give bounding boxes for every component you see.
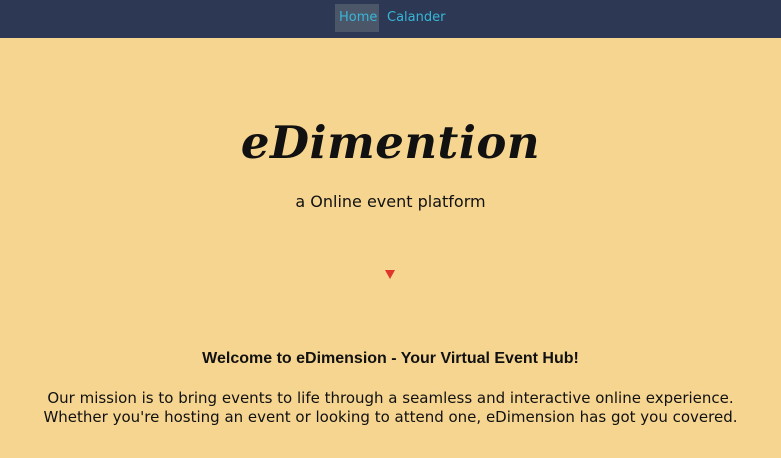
- brand-title: eDimention: [240, 116, 541, 170]
- welcome-heading: Welcome to eDimension - Your Virtual Eve…: [202, 350, 579, 368]
- mission-paragraph: Our mission is to bring events to life t…: [43, 389, 738, 426]
- top-navbar: Home Calander: [0, 0, 781, 38]
- nav-home-link[interactable]: Home: [335, 4, 379, 32]
- triangle-down-icon: [385, 270, 395, 279]
- nav-calendar-link[interactable]: Calander: [383, 4, 449, 32]
- tagline: a Online event platform: [295, 192, 486, 211]
